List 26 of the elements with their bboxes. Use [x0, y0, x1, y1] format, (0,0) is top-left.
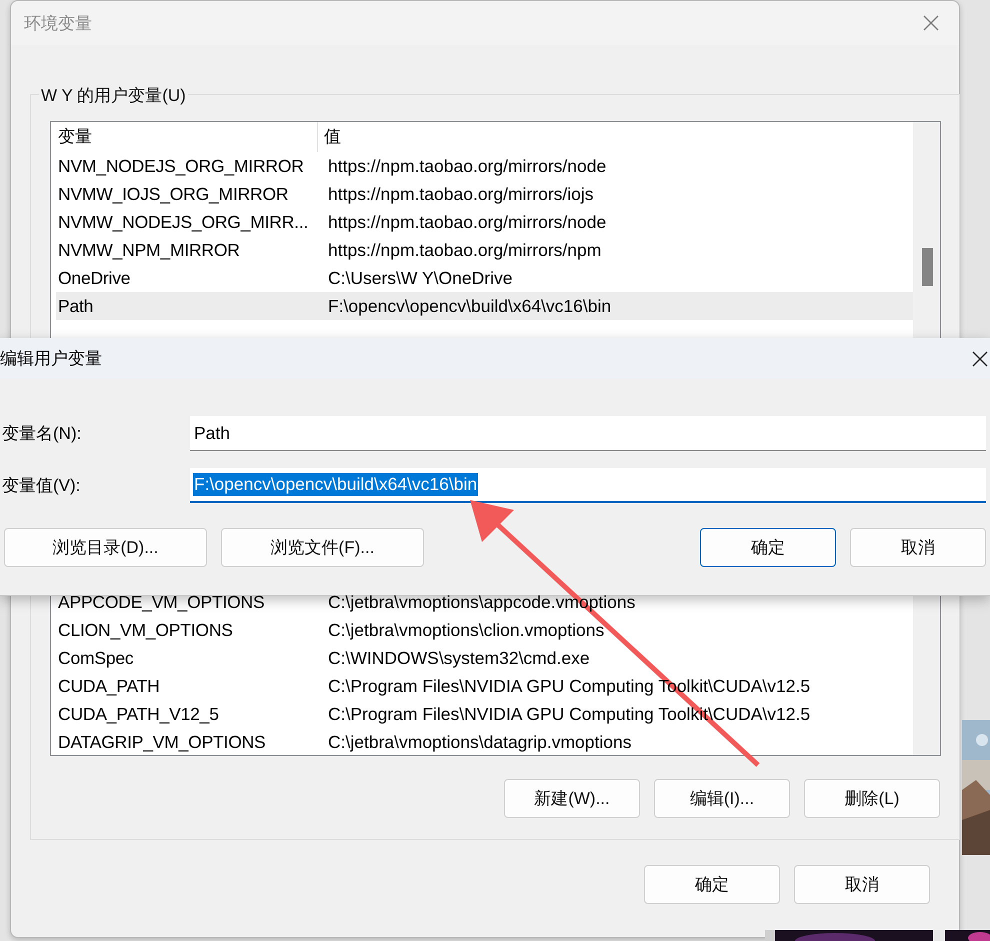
table-cell-text: NVMW_IOJS_ORG_MIRROR	[57, 184, 290, 204]
table-cell-text: CLION_VM_OPTIONS	[57, 620, 234, 640]
table-cell-text: NVMW_NPM_MIRROR	[57, 240, 241, 260]
table-cell-text: C:\Users\W Y\OneDrive	[327, 268, 512, 288]
field-label: 变量值(V):	[2, 475, 82, 497]
table-cell-text: NVMW_NODEJS_ORG_MIRR...	[57, 212, 310, 232]
dialog-title: 编辑用户变量	[0, 348, 103, 370]
table-cell-text: F:\opencv\opencv\build\x64\vc16\bin	[327, 296, 612, 316]
table-cell-text: C:\jetbra\vmoptions\datagrip.vmoptions	[327, 732, 632, 752]
table-cell-text: https://npm.taobao.org/mirrors/node	[327, 156, 606, 176]
group-label: W Y 的用户变量(U)	[39, 84, 188, 107]
table-cell-text: https://npm.taobao.org/mirrors/node	[327, 212, 606, 232]
table-cell-text: Path	[57, 296, 94, 316]
table-cell-text: OneDrive	[57, 268, 132, 288]
table-cell-text: CUDA_PATH_V12_5	[57, 704, 220, 724]
table-cell-text: ComSpec	[57, 648, 134, 668]
table-cell-text: C:\WINDOWS\system32\cmd.exe	[327, 648, 590, 668]
table-cell-text: APPCODE_VM_OPTIONS	[57, 592, 266, 612]
table-cell-text: NVM_NODEJS_ORG_MIRROR	[57, 156, 305, 176]
field-label: 变量名(N):	[2, 423, 82, 445]
table-cell-text: DATAGRIP_VM_OPTIONS	[57, 732, 267, 752]
window-title: 环境变量	[24, 12, 93, 34]
table-cell-text: CUDA_PATH	[57, 676, 161, 696]
table-cell-text: https://npm.taobao.org/mirrors/iojs	[327, 184, 594, 204]
table-cell-text: C:\jetbra\vmoptions\clion.vmoptions	[327, 620, 604, 640]
table-cell-text: https://npm.taobao.org/mirrors/npm	[327, 240, 602, 260]
